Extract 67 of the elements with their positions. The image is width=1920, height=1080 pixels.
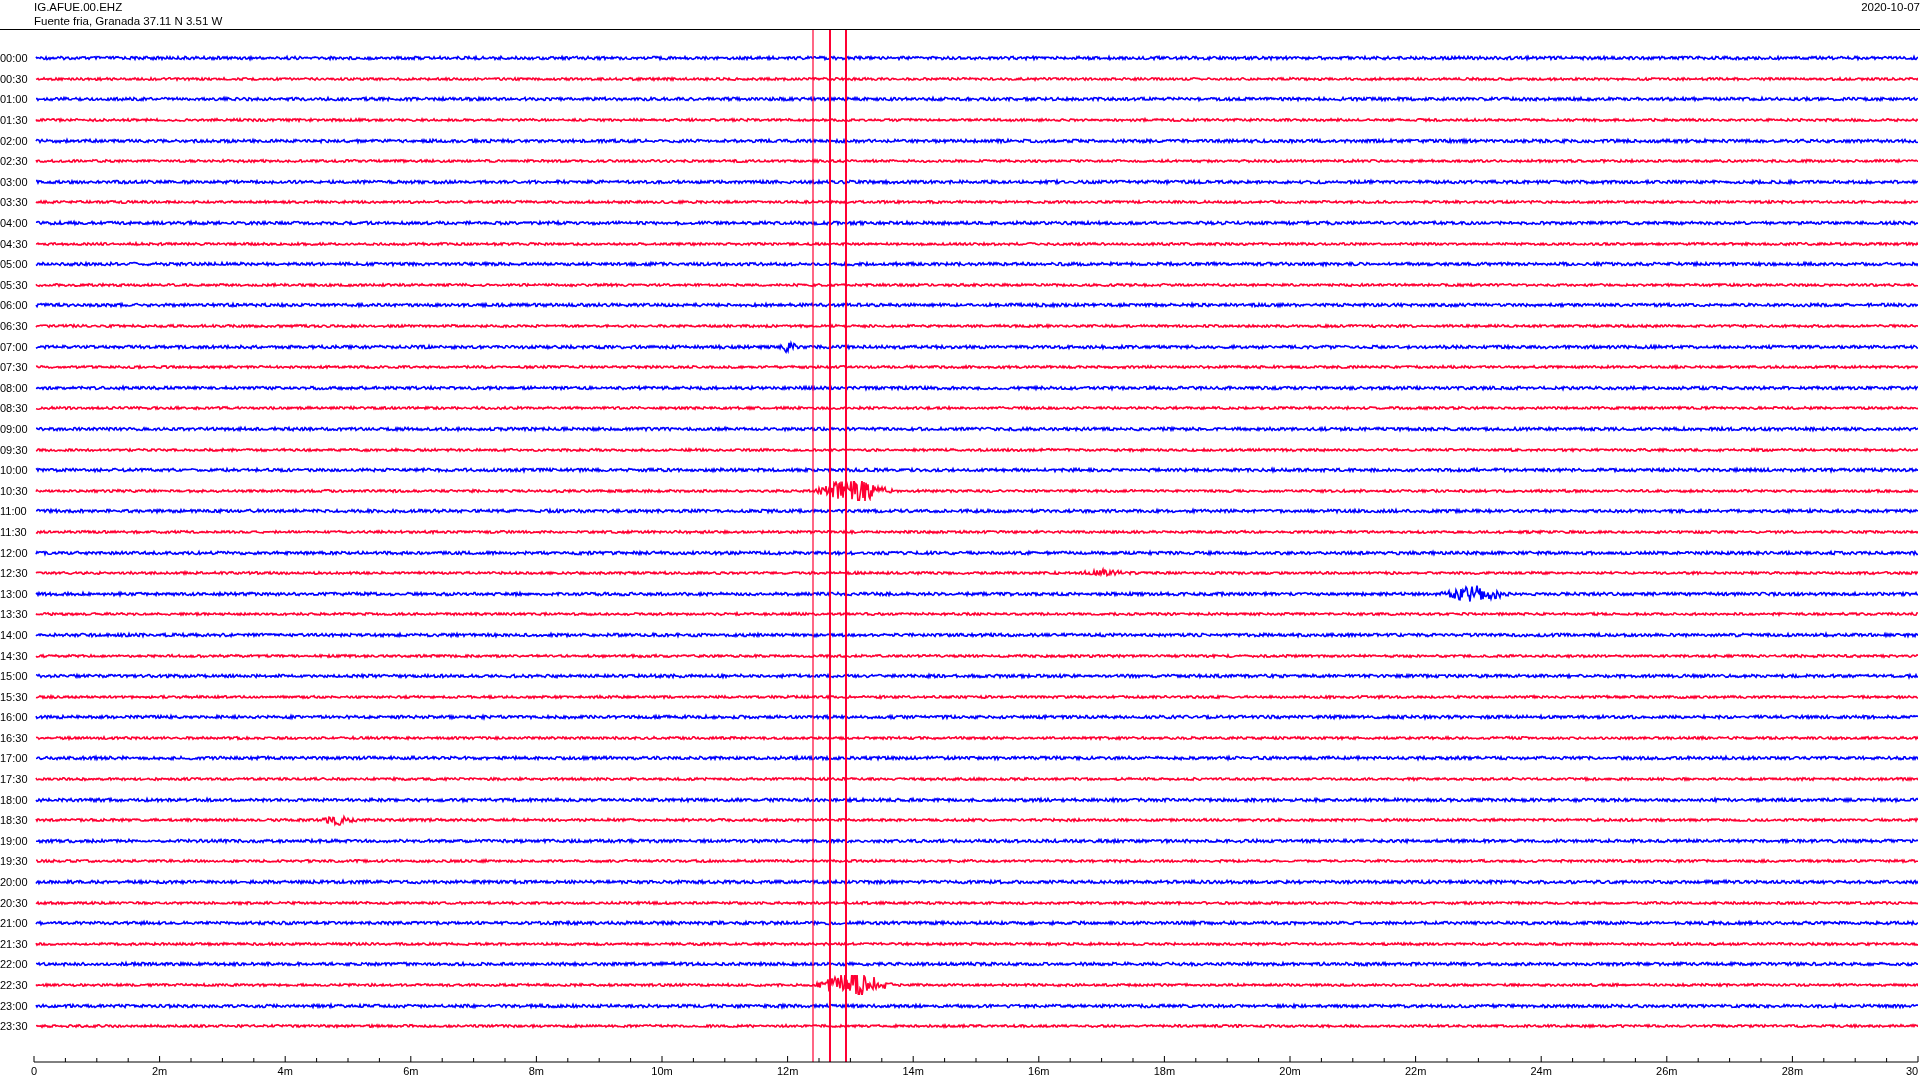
time-label: 17:30 [0, 773, 29, 786]
time-label: 06:00 [0, 299, 29, 312]
axis-label: 10m [651, 1065, 673, 1077]
axis-label: 4m [277, 1065, 293, 1077]
time-label: 16:30 [0, 731, 29, 744]
time-label: 09:00 [0, 423, 29, 435]
time-label: 15:00 [0, 670, 29, 683]
time-label: 13:00 [0, 587, 29, 600]
time-label: 05:30 [0, 278, 29, 291]
time-label: 02:00 [0, 134, 29, 147]
time-label: 00:00 [0, 52, 29, 65]
time-label: 01:00 [0, 93, 29, 106]
time-label: 19:30 [0, 855, 29, 868]
time-label: 14:30 [0, 649, 29, 662]
station-location: Fuente fria, Granada 37.11 N 3.51 W [34, 14, 223, 28]
time-label: 03:30 [0, 196, 29, 209]
time-label: 04:00 [0, 217, 29, 230]
time-label: 07:00 [0, 340, 29, 353]
axis-label: 30 [1905, 1065, 1919, 1077]
time-label: 23:30 [0, 1020, 29, 1033]
date-label: 2020-10-07 [1861, 0, 1920, 14]
axis-label: 28m [1781, 1065, 1804, 1077]
time-label: 11:30 [0, 525, 28, 538]
time-label: 08:00 [0, 381, 29, 394]
axis-label: 26m [1656, 1065, 1678, 1077]
axis-label: 18m [1153, 1065, 1176, 1077]
time-label: 17:00 [0, 752, 29, 765]
time-label: 06:30 [0, 320, 29, 332]
time-label: 08:30 [0, 402, 29, 415]
time-label: 04:30 [0, 237, 29, 250]
time-label: 09:30 [0, 443, 29, 456]
time-label: 11:00 [0, 505, 28, 518]
time-label: 10:30 [0, 484, 29, 497]
time-label: 18:30 [0, 814, 29, 827]
time-label: 19:00 [0, 834, 29, 847]
axis-label: 14m [902, 1065, 924, 1077]
time-label: 03:00 [0, 175, 29, 188]
time-label: 12:00 [0, 546, 29, 559]
time-label: 05:00 [0, 258, 29, 271]
axis-label: 6m [403, 1065, 419, 1077]
time-label: 13:30 [0, 608, 29, 621]
time-label: 02:30 [0, 155, 29, 168]
axis-label: 8m [528, 1065, 545, 1077]
time-label: 20:30 [0, 896, 29, 909]
time-label: 21:30 [0, 937, 29, 950]
axis-label: 12m [776, 1065, 799, 1077]
time-label: 14:00 [0, 628, 29, 641]
axis-label: 22m [1404, 1065, 1427, 1077]
time-label: 15:30 [0, 690, 29, 703]
time-label: 18:00 [0, 793, 29, 806]
axis-label: 20m [1279, 1065, 1301, 1077]
time-label: 16:00 [0, 711, 29, 724]
time-label: 21:00 [0, 917, 29, 930]
time-label: 23:00 [0, 999, 29, 1012]
station-code: IG.AFUE.00.EHZ [34, 0, 123, 14]
time-label: 10:00 [0, 464, 29, 477]
time-label: 01:30 [0, 114, 29, 127]
time-label: 07:30 [0, 361, 29, 374]
time-label: 12:30 [0, 567, 29, 580]
axis-label: 16m [1028, 1065, 1050, 1077]
time-label: 22:00 [0, 958, 29, 971]
time-label: 20:00 [0, 876, 29, 889]
axis-label: 0 [30, 1065, 38, 1077]
axis-label: 2m [151, 1065, 168, 1077]
axis-label: 24m [1530, 1065, 1552, 1077]
time-label: 22:30 [0, 979, 29, 991]
time-label: 00:30 [0, 72, 29, 85]
